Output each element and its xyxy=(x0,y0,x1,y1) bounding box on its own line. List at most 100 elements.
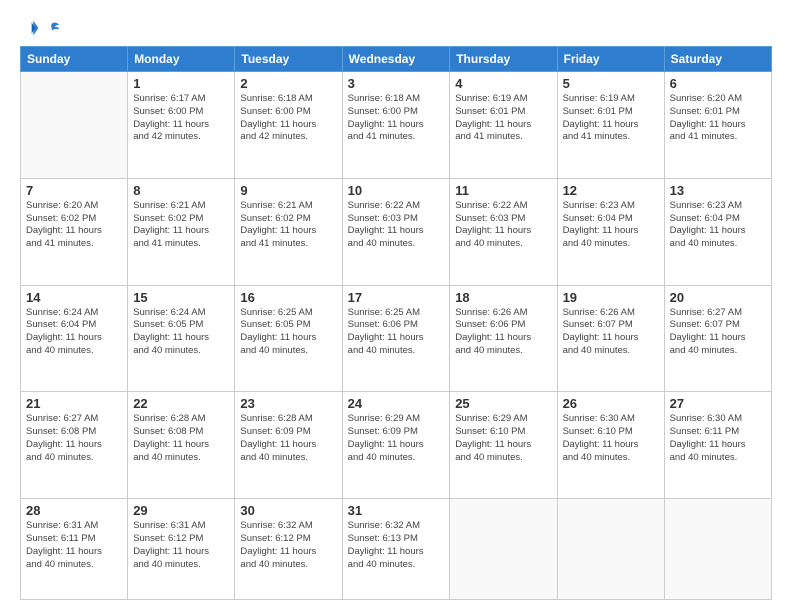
day-info: Sunrise: 6:17 AM Sunset: 6:00 PM Dayligh… xyxy=(133,93,229,144)
day-info: Sunrise: 6:26 AM Sunset: 6:07 PM Dayligh… xyxy=(563,307,659,358)
calendar-cell: 2 Sunrise: 6:18 AM Sunset: 6:00 PM Daylig… xyxy=(235,72,342,179)
day-number: 22 xyxy=(133,396,229,411)
logo xyxy=(20,18,62,38)
weekday-header: Sunday xyxy=(21,47,128,72)
calendar-cell: 16 Sunrise: 6:25 AM Sunset: 6:05 PM Dayli… xyxy=(235,285,342,392)
day-number: 17 xyxy=(348,290,445,305)
logo-text xyxy=(42,20,62,36)
weekday-header: Tuesday xyxy=(235,47,342,72)
day-info: Sunrise: 6:20 AM Sunset: 6:02 PM Dayligh… xyxy=(26,200,122,251)
header xyxy=(20,18,772,38)
day-number: 6 xyxy=(670,76,766,91)
day-number: 29 xyxy=(133,503,229,518)
calendar-week-row: 21 Sunrise: 6:27 AM Sunset: 6:08 PM Dayli… xyxy=(21,392,772,499)
day-info: Sunrise: 6:30 AM Sunset: 6:11 PM Dayligh… xyxy=(670,413,766,464)
day-info: Sunrise: 6:18 AM Sunset: 6:00 PM Dayligh… xyxy=(348,93,445,144)
calendar-cell xyxy=(450,499,557,600)
calendar-cell xyxy=(664,499,771,600)
day-info: Sunrise: 6:21 AM Sunset: 6:02 PM Dayligh… xyxy=(133,200,229,251)
day-info: Sunrise: 6:18 AM Sunset: 6:00 PM Dayligh… xyxy=(240,93,336,144)
calendar-cell: 7 Sunrise: 6:20 AM Sunset: 6:02 PM Daylig… xyxy=(21,178,128,285)
day-info: Sunrise: 6:23 AM Sunset: 6:04 PM Dayligh… xyxy=(563,200,659,251)
day-number: 2 xyxy=(240,76,336,91)
calendar-cell: 5 Sunrise: 6:19 AM Sunset: 6:01 PM Daylig… xyxy=(557,72,664,179)
day-number: 4 xyxy=(455,76,551,91)
logo-icon xyxy=(20,18,40,38)
day-number: 24 xyxy=(348,396,445,411)
day-info: Sunrise: 6:27 AM Sunset: 6:08 PM Dayligh… xyxy=(26,413,122,464)
day-number: 20 xyxy=(670,290,766,305)
page: SundayMondayTuesdayWednesdayThursdayFrid… xyxy=(0,0,792,612)
calendar-cell: 12 Sunrise: 6:23 AM Sunset: 6:04 PM Dayli… xyxy=(557,178,664,285)
calendar-cell: 9 Sunrise: 6:21 AM Sunset: 6:02 PM Daylig… xyxy=(235,178,342,285)
calendar-cell: 4 Sunrise: 6:19 AM Sunset: 6:01 PM Daylig… xyxy=(450,72,557,179)
day-info: Sunrise: 6:29 AM Sunset: 6:10 PM Dayligh… xyxy=(455,413,551,464)
day-number: 16 xyxy=(240,290,336,305)
day-number: 5 xyxy=(563,76,659,91)
day-number: 12 xyxy=(563,183,659,198)
calendar-cell: 11Sunrise: 6:22 AM Sunset: 6:03 PM Dayli… xyxy=(450,178,557,285)
day-info: Sunrise: 6:29 AM Sunset: 6:09 PM Dayligh… xyxy=(348,413,445,464)
day-number: 7 xyxy=(26,183,122,198)
day-number: 27 xyxy=(670,396,766,411)
calendar-cell: 8 Sunrise: 6:21 AM Sunset: 6:02 PM Daylig… xyxy=(128,178,235,285)
calendar-cell: 15 Sunrise: 6:24 AM Sunset: 6:05 PM Dayli… xyxy=(128,285,235,392)
day-number: 25 xyxy=(455,396,551,411)
day-number: 1 xyxy=(133,76,229,91)
weekday-header: Thursday xyxy=(450,47,557,72)
calendar-cell: 20 Sunrise: 6:27 AM Sunset: 6:07 PM Dayli… xyxy=(664,285,771,392)
calendar-cell: 29 Sunrise: 6:31 AM Sunset: 6:12 PM Dayli… xyxy=(128,499,235,600)
day-number: 26 xyxy=(563,396,659,411)
calendar-cell: 18 Sunrise: 6:26 AM Sunset: 6:06 PM Dayli… xyxy=(450,285,557,392)
calendar-cell: 17Sunrise: 6:25 AM Sunset: 6:06 PM Dayli… xyxy=(342,285,450,392)
calendar-cell: 21 Sunrise: 6:27 AM Sunset: 6:08 PM Dayli… xyxy=(21,392,128,499)
calendar-table: SundayMondayTuesdayWednesdayThursdayFrid… xyxy=(20,46,772,600)
calendar-cell: 19 Sunrise: 6:26 AM Sunset: 6:07 PM Dayli… xyxy=(557,285,664,392)
day-number: 9 xyxy=(240,183,336,198)
calendar-cell: 30 Sunrise: 6:32 AM Sunset: 6:12 PM Dayli… xyxy=(235,499,342,600)
day-number: 18 xyxy=(455,290,551,305)
day-info: Sunrise: 6:25 AM Sunset: 6:05 PM Dayligh… xyxy=(240,307,336,358)
day-info: Sunrise: 6:22 AM Sunset: 6:03 PM Dayligh… xyxy=(455,200,551,251)
calendar-cell: 26 Sunrise: 6:30 AM Sunset: 6:10 PM Dayli… xyxy=(557,392,664,499)
weekday-header: Saturday xyxy=(664,47,771,72)
day-info: Sunrise: 6:19 AM Sunset: 6:01 PM Dayligh… xyxy=(563,93,659,144)
day-info: Sunrise: 6:24 AM Sunset: 6:05 PM Dayligh… xyxy=(133,307,229,358)
calendar-cell: 1 Sunrise: 6:17 AM Sunset: 6:00 PM Daylig… xyxy=(128,72,235,179)
day-info: Sunrise: 6:19 AM Sunset: 6:01 PM Dayligh… xyxy=(455,93,551,144)
day-number: 10 xyxy=(348,183,445,198)
weekday-header: Wednesday xyxy=(342,47,450,72)
day-info: Sunrise: 6:23 AM Sunset: 6:04 PM Dayligh… xyxy=(670,200,766,251)
calendar-cell: 31Sunrise: 6:32 AM Sunset: 6:13 PM Dayli… xyxy=(342,499,450,600)
calendar-cell: 28Sunrise: 6:31 AM Sunset: 6:11 PM Dayli… xyxy=(21,499,128,600)
day-info: Sunrise: 6:32 AM Sunset: 6:13 PM Dayligh… xyxy=(348,520,445,571)
day-info: Sunrise: 6:20 AM Sunset: 6:01 PM Dayligh… xyxy=(670,93,766,144)
calendar-cell: 13Sunrise: 6:23 AM Sunset: 6:04 PM Dayli… xyxy=(664,178,771,285)
calendar-cell xyxy=(21,72,128,179)
day-number: 19 xyxy=(563,290,659,305)
calendar-cell: 24 Sunrise: 6:29 AM Sunset: 6:09 PM Dayli… xyxy=(342,392,450,499)
day-number: 30 xyxy=(240,503,336,518)
day-info: Sunrise: 6:22 AM Sunset: 6:03 PM Dayligh… xyxy=(348,200,445,251)
calendar-week-row: 28Sunrise: 6:31 AM Sunset: 6:11 PM Dayli… xyxy=(21,499,772,600)
calendar-cell: 10 Sunrise: 6:22 AM Sunset: 6:03 PM Dayli… xyxy=(342,178,450,285)
day-info: Sunrise: 6:31 AM Sunset: 6:12 PM Dayligh… xyxy=(133,520,229,571)
calendar-cell: 14Sunrise: 6:24 AM Sunset: 6:04 PM Dayli… xyxy=(21,285,128,392)
calendar-week-row: 1 Sunrise: 6:17 AM Sunset: 6:00 PM Daylig… xyxy=(21,72,772,179)
day-info: Sunrise: 6:28 AM Sunset: 6:08 PM Dayligh… xyxy=(133,413,229,464)
day-number: 21 xyxy=(26,396,122,411)
day-info: Sunrise: 6:32 AM Sunset: 6:12 PM Dayligh… xyxy=(240,520,336,571)
day-info: Sunrise: 6:31 AM Sunset: 6:11 PM Dayligh… xyxy=(26,520,122,571)
calendar-week-row: 7 Sunrise: 6:20 AM Sunset: 6:02 PM Daylig… xyxy=(21,178,772,285)
day-number: 15 xyxy=(133,290,229,305)
calendar-cell: 6 Sunrise: 6:20 AM Sunset: 6:01 PM Daylig… xyxy=(664,72,771,179)
day-info: Sunrise: 6:26 AM Sunset: 6:06 PM Dayligh… xyxy=(455,307,551,358)
day-info: Sunrise: 6:21 AM Sunset: 6:02 PM Dayligh… xyxy=(240,200,336,251)
day-number: 23 xyxy=(240,396,336,411)
day-number: 8 xyxy=(133,183,229,198)
day-number: 3 xyxy=(348,76,445,91)
calendar-cell: 23 Sunrise: 6:28 AM Sunset: 6:09 PM Dayli… xyxy=(235,392,342,499)
day-info: Sunrise: 6:27 AM Sunset: 6:07 PM Dayligh… xyxy=(670,307,766,358)
day-info: Sunrise: 6:28 AM Sunset: 6:09 PM Dayligh… xyxy=(240,413,336,464)
day-info: Sunrise: 6:30 AM Sunset: 6:10 PM Dayligh… xyxy=(563,413,659,464)
